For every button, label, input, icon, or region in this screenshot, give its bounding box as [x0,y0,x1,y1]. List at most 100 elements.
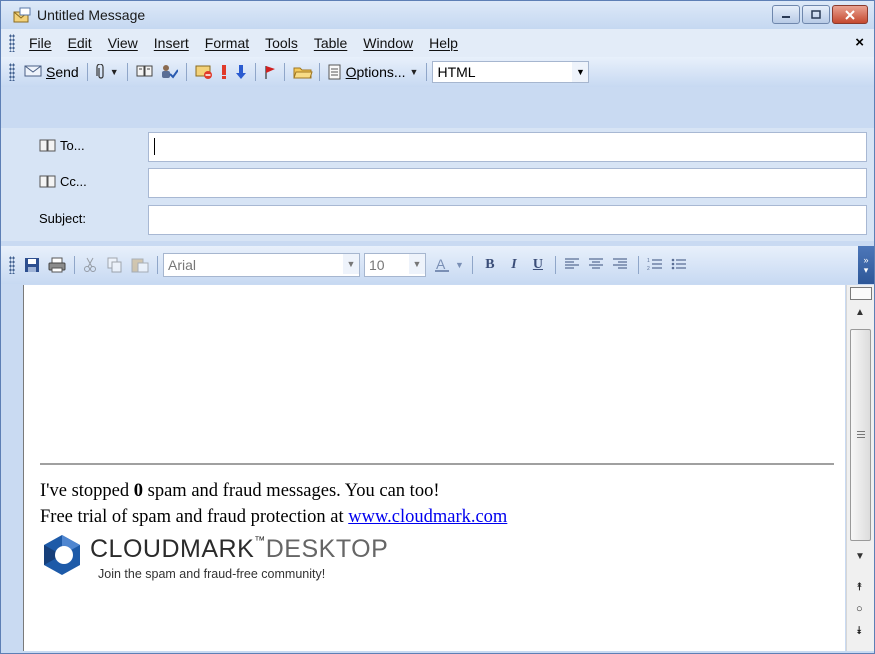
menu-edit[interactable]: Edit [60,35,100,51]
message-format-value: HTML [437,64,476,80]
check-names-icon [160,64,179,80]
high-importance-button[interactable] [216,61,232,83]
maximize-button[interactable] [802,5,830,24]
next-page-icon[interactable]: ⯯ [856,625,863,638]
signature-text: Free trial of spam and fraud protection … [40,507,349,527]
subject-label: Subject: [39,211,86,226]
chevron-down-icon[interactable]: ▼ [572,62,589,82]
toolbar-options-button[interactable]: » ▾ [858,246,874,284]
logo-product: DESKTOP [265,535,389,563]
align-left-icon [564,257,582,273]
font-select[interactable]: Arial ▼ [163,253,360,277]
scroll-down-icon[interactable]: ▼ [855,551,865,562]
menu-tools[interactable]: Tools [257,35,306,51]
open-button[interactable] [290,61,314,83]
font-size-select[interactable]: 10 ▼ [364,253,426,277]
exclamation-icon [219,64,229,80]
restricted-envelope-icon [195,64,213,80]
copy-icon [107,257,125,273]
check-names-button[interactable] [157,61,181,83]
align-center-button[interactable] [585,254,609,276]
cloudmark-logo[interactable]: CLOUDMARK™DESKTOP Join the spam and frau… [40,533,440,589]
italic-icon: I [511,257,517,272]
message-format-select[interactable]: HTML ▼ [432,61,590,83]
title-bar[interactable]: Untitled Message [1,1,874,29]
subject-field[interactable] [148,205,867,235]
paste-button[interactable] [128,254,152,276]
cut-button[interactable] [80,254,104,276]
close-icon [845,9,855,20]
cc-label: Cc... [60,174,87,189]
bullet-list-icon [671,257,689,273]
save-icon [24,257,42,273]
underline-button[interactable]: U [526,254,550,276]
options-button[interactable]: Options... ▼ [325,61,422,83]
menu-window[interactable]: Window [355,35,421,51]
chevron-down-icon[interactable]: ▼ [343,254,359,274]
spam-count: 0 [133,481,144,501]
standard-toolbar: Send ▼ Options... ▼ HTML ▼ [1,57,874,87]
menu-close-button[interactable]: × [855,34,864,51]
bullet-list-button[interactable] [668,254,692,276]
font-color-button[interactable]: A ▼ [430,254,467,276]
menu-view[interactable]: View [100,35,146,51]
save-button[interactable] [21,254,45,276]
select-browse-object-icon[interactable]: ○ [856,603,863,615]
menu-insert[interactable]: Insert [146,35,197,51]
scrollbar-thumb[interactable] [850,329,871,541]
italic-button[interactable]: I [502,254,526,276]
menu-format[interactable]: Format [197,35,257,51]
formatting-toolbar: Arial ▼ 10 ▼ A ▼ B I U 1 2 [1,246,874,284]
cc-button[interactable]: Cc... [39,174,87,189]
message-headers: To... Cc... Subject: [1,128,874,241]
to-button[interactable]: To... [39,138,85,153]
send-icon [24,64,42,80]
toolbar-grip[interactable] [9,63,15,81]
options-label: Options... [345,64,406,80]
menu-help[interactable]: Help [421,35,466,51]
menu-file[interactable]: File [21,35,60,51]
font-value: Arial [168,257,197,273]
chevron-down-icon[interactable]: ▼ [409,254,425,274]
cloudmark-link[interactable]: www.cloudmark.com [348,507,507,527]
address-book-button[interactable] [133,61,157,83]
printer-icon [48,257,66,273]
scroll-up-icon[interactable]: ▲ [855,307,865,318]
split-handle[interactable] [850,287,872,300]
subject-label-wrap: Subject: [39,211,86,226]
permissions-button[interactable] [192,61,216,83]
vertical-scrollbar[interactable]: ▲ ▼ ⯭ ○ ⯯ [846,285,874,651]
font-color-icon: A [433,256,451,273]
send-button[interactable]: Send [21,61,82,83]
align-right-button[interactable] [609,254,633,276]
to-field[interactable] [148,132,867,162]
follow-up-button[interactable] [261,61,279,83]
close-button[interactable] [832,5,868,24]
low-importance-button[interactable] [232,61,250,83]
cc-field[interactable] [148,168,867,198]
chevron-down-icon: ▼ [409,67,419,77]
align-left-button[interactable] [561,254,585,276]
minimize-button[interactable] [772,5,800,24]
bold-button[interactable]: B [478,254,502,276]
signature-line-1: I've stopped 0 spam and fraud messages. … [40,481,439,502]
toolbar-grip[interactable] [9,34,15,52]
numbered-list-button[interactable]: 12 [644,254,668,276]
arrow-down-icon [235,64,247,80]
toolbar-grip[interactable] [9,256,15,274]
message-body[interactable]: I've stopped 0 spam and fraud messages. … [23,285,845,651]
align-center-icon [588,257,606,273]
chevron-down-icon: ▼ [455,260,464,270]
underline-icon: U [532,257,543,272]
copy-button[interactable] [104,254,128,276]
to-row: To... [1,132,874,162]
logo-brand: CLOUDMARK [90,535,255,563]
align-right-icon [612,257,630,273]
address-book-icon [39,175,56,188]
print-button[interactable] [45,254,69,276]
previous-page-icon[interactable]: ⯭ [856,581,863,594]
menu-table[interactable]: Table [306,35,355,51]
paste-icon [131,257,149,273]
attach-button[interactable]: ▼ [93,61,122,83]
svg-text:1: 1 [647,258,650,264]
